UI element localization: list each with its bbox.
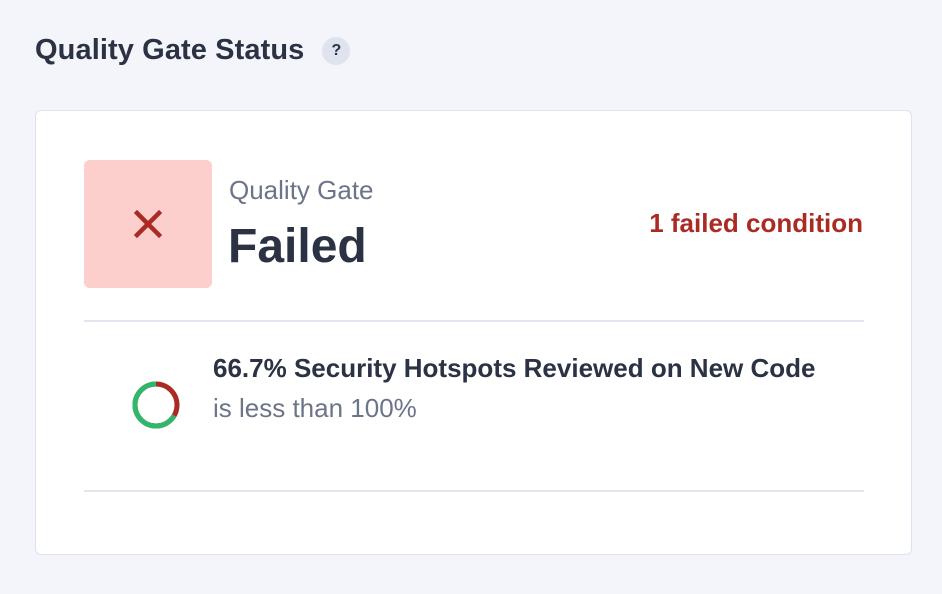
quality-gate-status: Failed: [228, 220, 367, 273]
condition-metric: 66.7% Security Hotspots Reviewed on New …: [213, 353, 816, 383]
divider: [84, 490, 864, 492]
condition-threshold: is less than 100%: [213, 393, 417, 423]
quality-gate-label: Quality Gate: [229, 175, 374, 205]
condition-item[interactable]: 66.7% Security Hotspots Reviewed on New …: [84, 322, 864, 490]
failed-conditions-count: 1 failed condition: [649, 208, 863, 238]
section-title: Quality Gate Status: [35, 34, 305, 66]
quality-gate-card: Quality Gate Failed 1 failed condition 6…: [35, 110, 912, 555]
progress-donut-icon: [132, 381, 180, 429]
status-indicator: [84, 160, 212, 288]
condition-text: 66.7% Security Hotspots Reviewed on New …: [213, 348, 833, 428]
section-header: Quality Gate Status ?: [35, 34, 351, 67]
question-mark-icon[interactable]: ?: [322, 36, 351, 65]
page: Quality Gate Status ? Quality Gate Faile…: [0, 0, 942, 594]
close-icon: [133, 209, 163, 239]
